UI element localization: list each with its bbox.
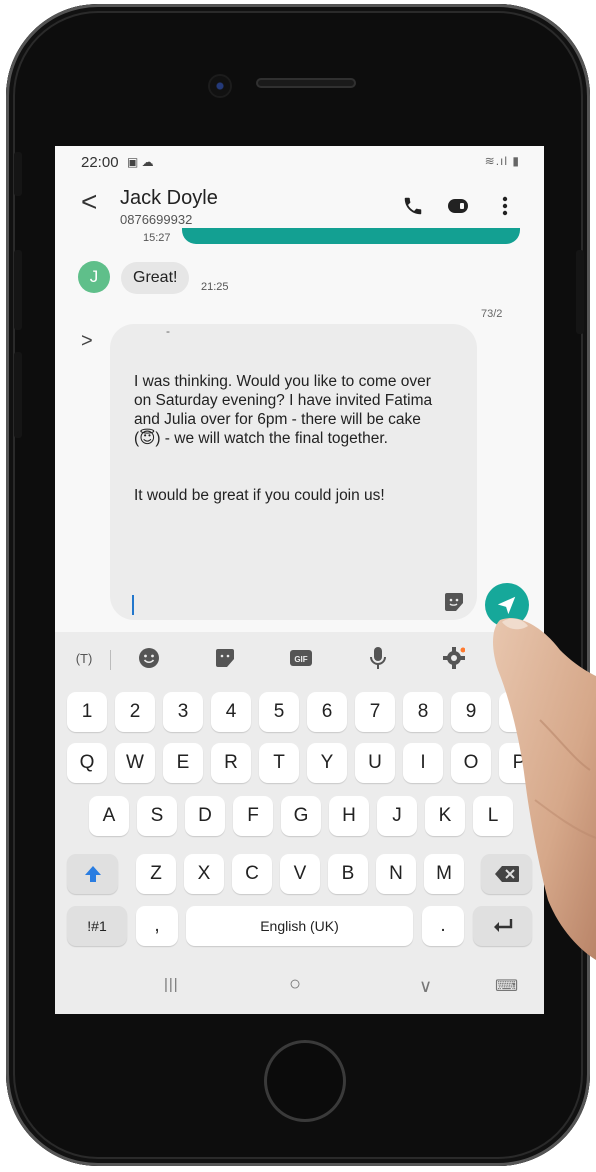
key-g[interactable]: G <box>281 796 321 836</box>
previous-message-time: 15:27 <box>143 232 171 244</box>
keyboard-toolbar: (T) GIF ... <box>55 632 544 686</box>
volume-up-button <box>14 250 22 330</box>
comma-key[interactable]: , <box>136 906 178 946</box>
key-x[interactable]: X <box>184 854 224 894</box>
key-i[interactable]: I <box>403 743 443 783</box>
expand-icon[interactable]: > <box>81 330 93 353</box>
compose-top-mark: - <box>166 324 170 338</box>
key-z[interactable]: Z <box>136 854 176 894</box>
previous-sent-bubble <box>182 228 520 244</box>
received-message-bubble[interactable]: Great! <box>121 262 190 294</box>
mute-switch <box>14 152 22 196</box>
notification-icons: ▣ ☁ <box>127 155 154 169</box>
keyboard: (T) GIF ... 1234567890 QWERTYUIOP ASDFGH… <box>55 632 544 1014</box>
translate-icon[interactable]: (T) <box>72 646 96 670</box>
key-r[interactable]: R <box>211 743 251 783</box>
key-5[interactable]: 5 <box>259 692 299 732</box>
gif-icon[interactable]: GIF <box>289 646 313 670</box>
key-8[interactable]: 8 <box>403 692 443 732</box>
recent-apps-icon[interactable]: ||| <box>164 976 179 993</box>
key-a[interactable]: A <box>89 796 129 836</box>
symbols-key[interactable]: !#1 <box>67 906 127 946</box>
more-tools-icon[interactable]: ... <box>501 646 525 670</box>
backspace-key[interactable] <box>481 854 532 894</box>
period-key[interactable]: . <box>422 906 464 946</box>
key-y[interactable]: Y <box>307 743 347 783</box>
avatar[interactable]: J <box>78 261 110 293</box>
power-button <box>576 250 584 334</box>
key-c[interactable]: C <box>232 854 272 894</box>
key-m[interactable]: M <box>424 854 464 894</box>
signal-battery-icons: ≋.ıl ▮ <box>484 154 520 168</box>
sticker-icon[interactable] <box>443 592 465 612</box>
home-icon[interactable]: ○ <box>289 973 301 996</box>
key-o[interactable]: O <box>451 743 491 783</box>
received-message-text: Great! <box>133 269 178 286</box>
avatar-initial: J <box>89 267 99 286</box>
key-u[interactable]: U <box>355 743 395 783</box>
shift-icon <box>84 866 101 882</box>
emoji-icon[interactable] <box>137 646 161 670</box>
key-2[interactable]: 2 <box>115 692 155 732</box>
key-l[interactable]: L <box>473 796 513 836</box>
character-counter: 73/2 <box>481 308 503 320</box>
conversation-header: < Jack Doyle 0876699932 <box>55 178 544 233</box>
system-navigation-bar: ||| ○ ∨ ⌨ <box>55 962 544 1014</box>
key-1[interactable]: 1 <box>67 692 107 732</box>
key-e[interactable]: E <box>163 743 203 783</box>
status-time: 22:00 <box>81 154 119 171</box>
key-9[interactable]: 9 <box>451 692 491 732</box>
key-f[interactable]: F <box>233 796 273 836</box>
send-button[interactable] <box>485 583 529 627</box>
enter-key[interactable] <box>473 906 532 946</box>
text-cursor <box>132 595 134 615</box>
back-button[interactable]: < <box>81 188 97 216</box>
shift-key[interactable] <box>67 854 118 894</box>
key-s[interactable]: S <box>137 796 177 836</box>
phone-call-icon[interactable] <box>399 192 427 220</box>
key-4[interactable]: 4 <box>211 692 251 732</box>
home-button[interactable] <box>264 1040 346 1122</box>
toolbar-divider <box>110 650 111 670</box>
key-d[interactable]: D <box>185 796 225 836</box>
received-message-time: 21:25 <box>201 281 229 293</box>
video-call-icon[interactable] <box>444 192 472 220</box>
screen: 22:00 ▣ ☁ ≋.ıl ▮ < Jack Doyle 0876699932… <box>55 146 544 1014</box>
sticker-icon[interactable] <box>213 646 237 670</box>
message-input[interactable]: - I was thinking. Would you like to come… <box>110 324 477 620</box>
earpiece-speaker <box>256 78 356 88</box>
keyboard-icon[interactable]: ⌨ <box>495 976 518 996</box>
key-3[interactable]: 3 <box>163 692 203 732</box>
message-input-text[interactable]: I was thinking. Would you like to come o… <box>134 372 434 505</box>
key-7[interactable]: 7 <box>355 692 395 732</box>
status-bar: 22:00 ▣ ☁ ≋.ıl ▮ <box>55 146 544 178</box>
backspace-icon <box>494 866 519 882</box>
key-6[interactable]: 6 <box>307 692 347 732</box>
contact-number: 0876699932 <box>120 212 193 227</box>
volume-down-button <box>14 352 22 438</box>
send-icon <box>497 596 516 615</box>
key-b[interactable]: B <box>328 854 368 894</box>
svg-text:GIF: GIF <box>294 655 307 664</box>
more-options-icon[interactable] <box>491 192 519 220</box>
hide-keyboard-icon[interactable]: ∨ <box>419 976 432 997</box>
key-v[interactable]: V <box>280 854 320 894</box>
key-n[interactable]: N <box>376 854 416 894</box>
key-k[interactable]: K <box>425 796 465 836</box>
key-h[interactable]: H <box>329 796 369 836</box>
contact-name: Jack Doyle <box>120 187 218 209</box>
settings-gear-icon[interactable] <box>442 646 466 670</box>
key-p[interactable]: P <box>499 743 539 783</box>
key-t[interactable]: T <box>259 743 299 783</box>
enter-icon <box>493 919 512 932</box>
front-camera-icon <box>210 76 230 96</box>
microphone-icon[interactable] <box>366 646 390 670</box>
key-w[interactable]: W <box>115 743 155 783</box>
key-j[interactable]: J <box>377 796 417 836</box>
key-q[interactable]: Q <box>67 743 107 783</box>
key-0[interactable]: 0 <box>499 692 539 732</box>
space-key[interactable]: English (UK) <box>186 906 413 946</box>
